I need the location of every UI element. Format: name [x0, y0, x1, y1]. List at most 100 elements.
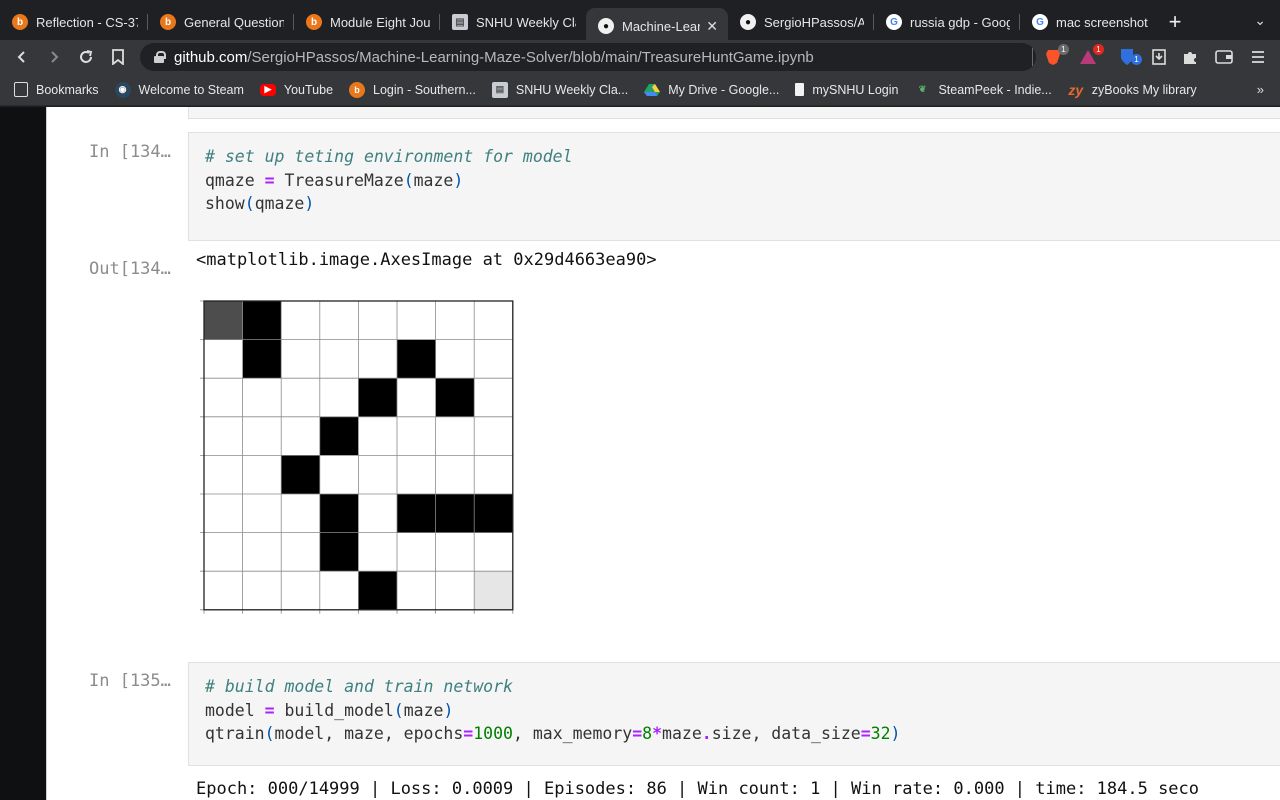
- input-prompt: In [134…: [89, 142, 171, 162]
- google-icon: G: [886, 14, 902, 30]
- code-comment: # set up teting environment for model: [205, 147, 573, 166]
- tab-russia-gdp[interactable]: G russia gdp - Google: [874, 0, 1020, 44]
- maze-cell: [474, 339, 513, 379]
- tab-mac-screenshot[interactable]: G mac screenshot - G: [1020, 0, 1158, 44]
- brightspace-icon: b: [349, 81, 366, 98]
- extensions-button[interactable]: [1180, 48, 1200, 66]
- maze-cell: [358, 416, 397, 456]
- maze-cell: [397, 416, 436, 456]
- bookmark-snhu-weekly[interactable]: ▤ SNHU Weekly Cla...: [491, 81, 628, 98]
- maze-cell: [435, 416, 475, 456]
- close-tab-icon[interactable]: ✕: [706, 18, 718, 35]
- bookmark-icon: [112, 49, 124, 65]
- github-icon: ●: [740, 14, 756, 30]
- tab-title: General Questions: [184, 14, 284, 30]
- reload-icon: [80, 50, 93, 63]
- bookmark-label: Login - Southern...: [373, 82, 476, 97]
- maze-cell: [474, 455, 513, 494]
- maze-cell: [319, 494, 359, 533]
- notebook-view: In [134… # set up teting environment for…: [46, 107, 1280, 800]
- tab-title: Reflection - CS-370: [36, 14, 138, 30]
- menu-button[interactable]: [1248, 48, 1268, 66]
- bookmarks-bar: Bookmarks ◉ Welcome to Steam ▶ YouTube b…: [0, 74, 1280, 106]
- maze-cell: [358, 571, 397, 610]
- maze-cell: [204, 416, 243, 456]
- maze-cell: [281, 416, 320, 456]
- tab-title: Module Eight Journal: [330, 14, 430, 30]
- bookmark-steam[interactable]: ◉ Welcome to Steam: [114, 81, 244, 98]
- maze-cell: [474, 378, 513, 417]
- maze-cell: [204, 455, 243, 494]
- previous-cell-edge: [188, 107, 1280, 119]
- maze-cell: [204, 339, 243, 379]
- bookmark-steampeek[interactable]: ❦ SteamPeek - Indie...: [914, 82, 1052, 98]
- maze-cell: [358, 301, 397, 340]
- back-button[interactable]: [6, 43, 38, 71]
- maze-cell: [397, 571, 436, 610]
- brightspace-icon: b: [306, 14, 322, 30]
- code-cell[interactable]: # build model and train network model = …: [188, 662, 1280, 766]
- tab-machine-learning[interactable]: ● Machine-Learning ✕: [586, 8, 728, 44]
- bookmark-label: Bookmarks: [36, 82, 99, 97]
- maze-cell: [435, 455, 475, 494]
- reload-button[interactable]: [70, 43, 102, 71]
- bookmark-mysnhu[interactable]: mySNHU Login: [795, 83, 898, 97]
- maze-cell: [281, 571, 320, 610]
- maze-cell: [397, 339, 436, 379]
- wallet-button[interactable]: [1214, 48, 1234, 66]
- maze-cell: [319, 571, 359, 610]
- maze-cell: [319, 301, 359, 340]
- address-bar[interactable]: github.com/SergioHPassos/Machine-Learnin…: [140, 43, 1036, 71]
- document-icon: ▤: [491, 81, 508, 98]
- tab-snhu-weekly[interactable]: ▤ SNHU Weekly Class: [440, 0, 586, 44]
- maze-cell: [242, 571, 282, 610]
- tab-title: mac screenshot - G: [1056, 14, 1148, 30]
- forward-button[interactable]: [38, 43, 70, 71]
- maze-cell: [204, 378, 243, 417]
- bookmark-bookmarks[interactable]: Bookmarks: [14, 82, 99, 97]
- tab-sergio-ani[interactable]: ● SergioHPassos/Ani: [728, 0, 874, 44]
- maze-cell: [358, 494, 397, 533]
- maze-cell: [358, 378, 397, 417]
- tab-reflection[interactable]: b Reflection - CS-370: [0, 0, 148, 44]
- browser-toolbar: github.com/SergioHPassos/Machine-Learnin…: [0, 40, 1280, 74]
- brave-shields-button[interactable]: 1: [1043, 44, 1069, 66]
- bookmark-google-drive[interactable]: My Drive - Google...: [644, 82, 779, 98]
- brave-rewards-button[interactable]: 1: [1078, 44, 1104, 66]
- code-cell[interactable]: # set up teting environment for model qm…: [188, 132, 1280, 241]
- bitwarden-button[interactable]: 1: [1117, 48, 1142, 66]
- bookmark-youtube[interactable]: ▶ YouTube: [259, 83, 333, 97]
- maze-cell: [242, 339, 282, 379]
- document-icon: ▤: [452, 14, 468, 30]
- maze-cell: [358, 339, 397, 379]
- tab-module-eight[interactable]: b Module Eight Journal: [294, 0, 440, 44]
- save-page-icon: [1152, 49, 1166, 65]
- maze-cell: [435, 301, 475, 340]
- wallet-icon: [1215, 50, 1233, 64]
- maze-cell: [397, 494, 436, 533]
- maze-cell: [281, 339, 320, 379]
- maze-cell: [204, 571, 243, 610]
- bookmark-zybooks[interactable]: zy zyBooks My library: [1068, 82, 1197, 98]
- bookmark-page-button[interactable]: [102, 43, 134, 71]
- more-bookmarks-icon[interactable]: »: [1257, 82, 1264, 97]
- save-extension-button[interactable]: [1149, 48, 1169, 66]
- maze-cell: [242, 494, 282, 533]
- maze-cell: [358, 532, 397, 572]
- lock-icon: [154, 51, 166, 63]
- tab-search-chevron-icon[interactable]: ⌄: [1254, 12, 1266, 29]
- output-prompt: Out[134…: [89, 259, 171, 279]
- maze-cell: [397, 378, 436, 417]
- tab-title: SergioHPassos/Ani: [764, 14, 864, 30]
- new-tab-button[interactable]: +: [1158, 9, 1192, 35]
- maze-cell: [397, 455, 436, 494]
- tab-general-questions[interactable]: b General Questions: [148, 0, 294, 44]
- maze-cell: [281, 301, 320, 340]
- maze-cell: [474, 301, 513, 340]
- bookmark-label: zyBooks My library: [1091, 82, 1197, 97]
- bookmark-southern-login[interactable]: b Login - Southern...: [349, 81, 476, 98]
- maze-cell: [319, 339, 359, 379]
- hamburger-menu-icon: [1252, 51, 1264, 63]
- maze-cell: [358, 455, 397, 494]
- tab-title: SNHU Weekly Class: [476, 14, 576, 30]
